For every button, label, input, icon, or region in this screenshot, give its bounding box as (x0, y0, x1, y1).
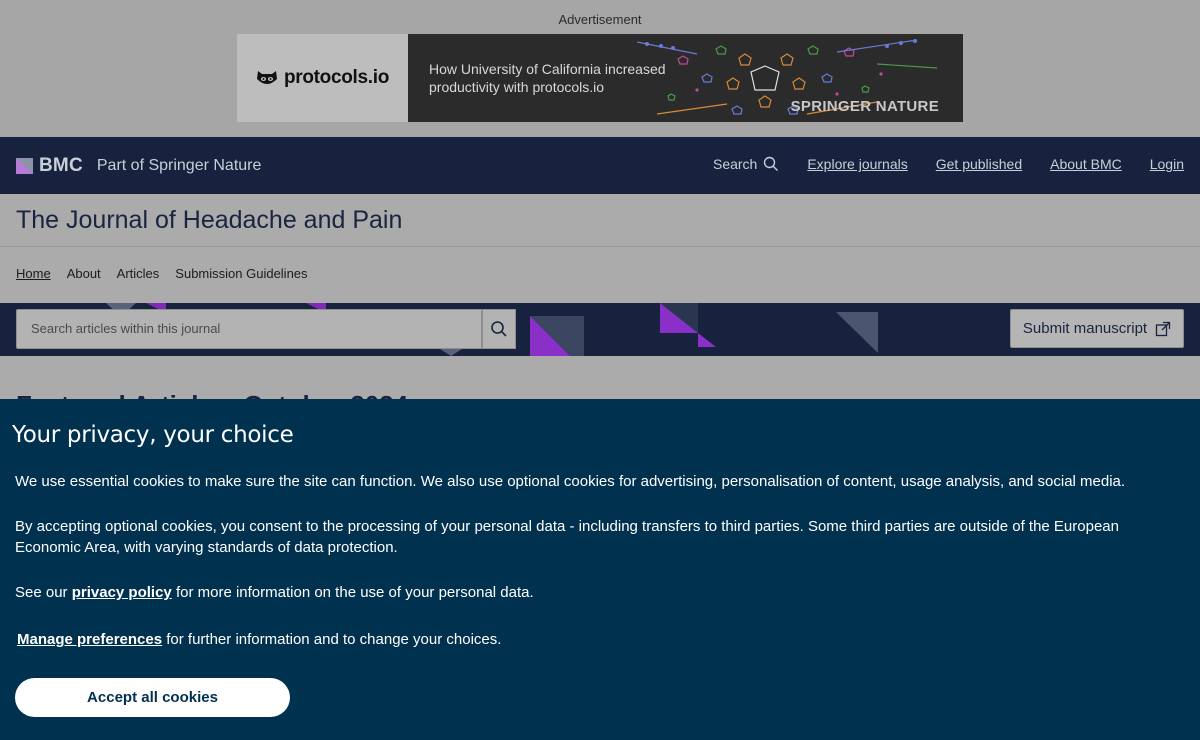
privacy-text-pre: See our (15, 584, 72, 601)
site-header: BMC Part of Springer Nature Search Explo… (0, 137, 1200, 194)
header-search-button[interactable]: Search (713, 156, 779, 172)
raccoon-icon (256, 71, 277, 84)
tab-home[interactable]: Home (16, 266, 51, 281)
cookie-paragraph-preferences: Manage preferences for further informati… (17, 629, 1187, 650)
bmc-logo-text: BMC (39, 155, 83, 176)
main-content: Featured Articles: October 2024 (0, 356, 1200, 400)
journal-title[interactable]: The Journal of Headache and Pain (16, 206, 402, 235)
journal-search-button[interactable] (482, 309, 516, 349)
external-link-icon (1155, 321, 1171, 336)
journal-nav-band: Home About Articles Submission Guideline… (0, 247, 1200, 303)
cookie-banner: Your privacy, your choice We use essenti… (0, 399, 1200, 740)
preferences-text-post: for further information and to change yo… (162, 631, 502, 648)
part-of-springer-nature: Part of Springer Nature (96, 157, 262, 174)
advertisement-banner[interactable]: protocols.io How University of Californi… (237, 34, 963, 122)
bmc-logo-icon (16, 158, 33, 174)
cookie-paragraph-consent: By accepting optional cookies, you conse… (15, 518, 1119, 556)
cookie-banner-title: Your privacy, your choice (12, 422, 294, 448)
nav-explore-journals[interactable]: Explore journals (807, 156, 907, 172)
submit-manuscript-label: Submit manuscript (1022, 320, 1148, 337)
tab-about[interactable]: About (67, 266, 101, 281)
advertisement-band: Advertisement protocols.io How Universit… (0, 0, 1200, 137)
privacy-text-post: for more information on the use of your … (171, 584, 534, 601)
manage-preferences-link[interactable]: Manage preferences (17, 631, 162, 648)
ad-brand: SPRINGER NATURE (790, 98, 939, 115)
journal-title-band: The Journal of Headache and Pain (0, 194, 1200, 247)
accept-all-cookies-button[interactable]: Accept all cookies (15, 678, 290, 717)
nav-get-published[interactable]: Get published (936, 156, 1022, 172)
journal-nav: Home About Articles Submission Guideline… (16, 266, 308, 281)
ad-logo-area: protocols.io (237, 34, 408, 122)
search-icon (491, 321, 507, 337)
header-search-label: Search (712, 156, 758, 172)
advertisement-label: Advertisement (558, 12, 642, 27)
header-nav: Search Explore journals Get published Ab… (713, 156, 1184, 172)
nav-about-bmc[interactable]: About BMC (1050, 156, 1122, 172)
journal-search-band: Search articles within this journal Subm… (0, 303, 1200, 356)
journal-search-input[interactable]: Search articles within this journal (16, 309, 482, 349)
cookie-paragraph-essential: We use essential cookies to make sure th… (15, 473, 1126, 490)
nav-login[interactable]: Login (1150, 156, 1184, 172)
tab-submission-guidelines[interactable]: Submission Guidelines (175, 266, 307, 281)
bmc-logo-link[interactable]: BMC Part of Springer Nature (16, 155, 261, 177)
cookie-paragraph-privacy: See our privacy policy for more informat… (15, 582, 1185, 603)
tab-articles[interactable]: Articles (117, 266, 160, 281)
ad-logo-text: protocols.io (283, 67, 390, 88)
submit-manuscript-button[interactable]: Submit manuscript (1010, 309, 1184, 348)
privacy-policy-link[interactable]: privacy policy (72, 584, 172, 601)
search-icon (764, 156, 779, 171)
